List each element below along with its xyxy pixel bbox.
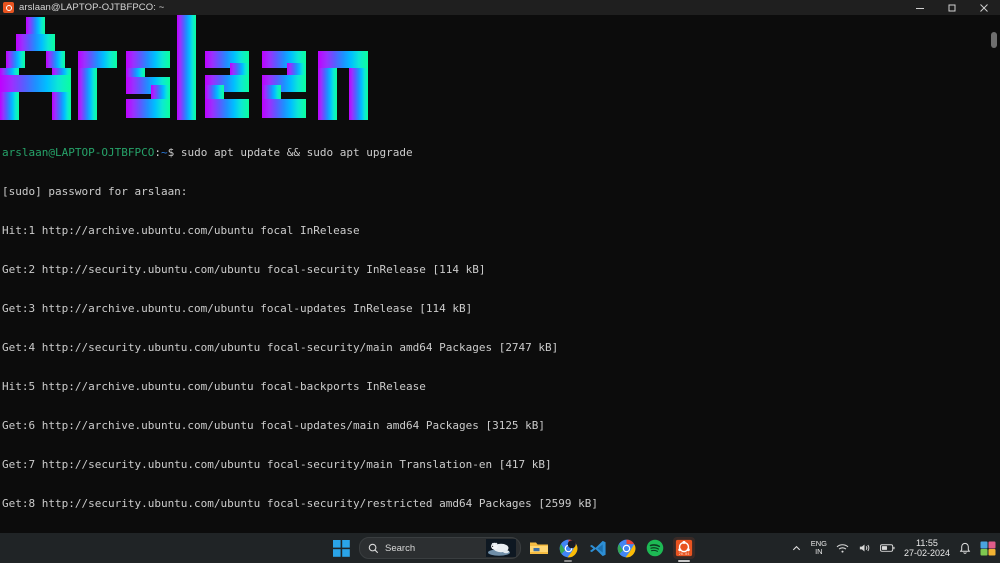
file-explorer-icon[interactable] <box>528 537 550 559</box>
start-button[interactable] <box>330 537 352 559</box>
maximize-button[interactable] <box>936 0 968 15</box>
ubuntu-icon <box>3 2 14 13</box>
output-line: Get:6 http://archive.ubuntu.com/ubuntu f… <box>2 419 546 432</box>
taskbar-center-group: Search 20.04 <box>330 533 695 563</box>
prompt-colon: : <box>154 146 161 159</box>
window-title: arslaan@LAPTOP-OJTBFPCO: ~ <box>19 2 165 13</box>
polar-bear-thumbnail[interactable] <box>486 539 516 557</box>
widgets-icon[interactable] <box>980 541 996 556</box>
prompt-line: arslaan@LAPTOP-OJTBFPCO:~$ sudo apt upda… <box>2 146 605 159</box>
bell-icon[interactable] <box>959 542 971 555</box>
vscode-icon[interactable] <box>586 537 608 559</box>
running-indicator <box>564 560 572 562</box>
output-line: Get:3 http://archive.ubuntu.com/ubuntu f… <box>2 302 473 315</box>
clock[interactable]: 11:55 27-02-2024 <box>904 538 950 559</box>
prompt-path: ~ <box>160 146 168 159</box>
clock-time: 11:55 <box>916 537 938 548</box>
chrome-icon[interactable] <box>557 537 579 562</box>
output-line: [sudo] password for arslaan: <box>2 185 188 198</box>
scrollbar-track[interactable] <box>988 30 1000 533</box>
system-tray: ENG IN 11:55 27-02-2024 <box>791 533 996 563</box>
language-indicator[interactable]: ENG IN <box>811 539 827 557</box>
close-button[interactable] <box>968 0 1000 15</box>
output-line: Hit:5 http://archive.ubuntu.com/ubuntu f… <box>2 380 426 393</box>
search-placeholder: Search <box>385 542 416 554</box>
running-indicator <box>678 560 690 562</box>
spotify-icon[interactable] <box>644 537 666 559</box>
prompt-command: sudo apt update && sudo apt upgrade <box>174 146 413 159</box>
title-bar[interactable]: arslaan@LAPTOP-OJTBFPCO: ~ <box>0 0 1000 15</box>
speaker-icon[interactable] <box>858 542 871 554</box>
search-icon <box>368 543 379 554</box>
svg-text:20.04: 20.04 <box>679 552 690 556</box>
show-hidden-icons-button[interactable] <box>791 543 802 554</box>
terminal-window: arslaan@LAPTOP-OJTBFPCO: ~ arslaan@LAPTO… <box>0 0 1000 533</box>
ubuntu-icon[interactable]: 20.04 <box>673 537 695 562</box>
output-line: Get:7 http://security.ubuntu.com/ubuntu … <box>2 458 552 471</box>
battery-icon[interactable] <box>879 543 895 553</box>
output-line: Get:4 http://security.ubuntu.com/ubuntu … <box>2 341 559 354</box>
language-line-2: IN <box>815 547 823 556</box>
prompt-user-host: arslaan@LAPTOP-OJTBFPCO <box>2 146 155 159</box>
ascii-art-banner <box>0 15 400 120</box>
search-box[interactable]: Search <box>359 537 521 559</box>
scrollbar-thumb[interactable] <box>991 32 997 48</box>
minimize-button[interactable] <box>904 0 936 15</box>
windows-taskbar: Search 20.04 ENG IN 11:55 27-02-2024 <box>0 533 1000 563</box>
terminal-content[interactable]: arslaan@LAPTOP-OJTBFPCO:~$ sudo apt upda… <box>0 15 1000 533</box>
terminal-output: arslaan@LAPTOP-OJTBFPCO:~$ sudo apt upda… <box>2 120 605 533</box>
output-line: Get:2 http://security.ubuntu.com/ubuntu … <box>2 263 486 276</box>
output-line: Get:8 http://security.ubuntu.com/ubuntu … <box>2 497 599 510</box>
output-line: Hit:1 http://archive.ubuntu.com/ubuntu f… <box>2 224 360 237</box>
chrome-icon[interactable] <box>615 537 637 559</box>
window-controls <box>904 0 1000 15</box>
wifi-icon[interactable] <box>836 543 849 554</box>
clock-date: 27-02-2024 <box>903 548 950 558</box>
